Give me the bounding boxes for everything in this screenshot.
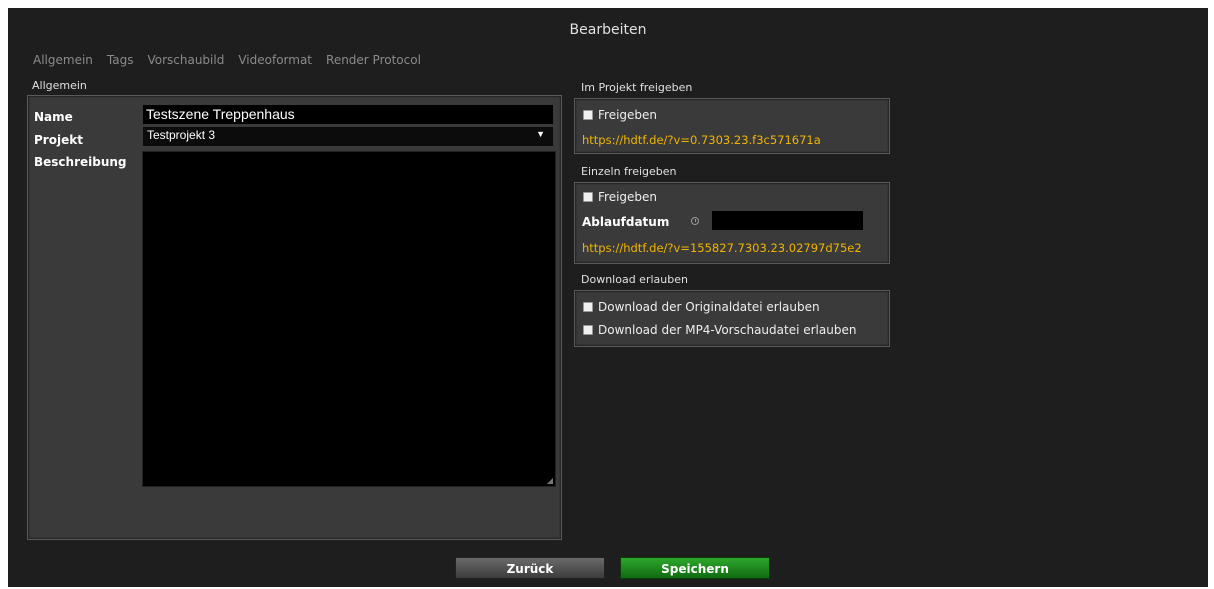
project-share-url[interactable]: https://hdtf.de/?v=0.7303.23.f3c571671a xyxy=(582,133,821,147)
back-button[interactable]: Zurück xyxy=(455,557,605,579)
dialog-title: Bearbeiten xyxy=(569,22,647,38)
name-label: Name xyxy=(34,110,73,124)
description-label: Beschreibung xyxy=(34,155,127,169)
tab-bar: Allgemein Tags Vorschaubild Videoformat … xyxy=(33,53,421,67)
general-section-label: Allgemein xyxy=(32,79,87,92)
tab-vorschaubild[interactable]: Vorschaubild xyxy=(147,53,224,67)
project-share-checkbox-row[interactable]: Freigeben xyxy=(583,108,657,122)
download-original-checkbox[interactable] xyxy=(583,302,593,312)
download-original-label: Download der Originaldatei erlauben xyxy=(598,300,820,314)
project-label: Projekt xyxy=(34,133,83,147)
save-button[interactable]: Speichern xyxy=(620,557,770,579)
chevron-down-icon: ▼ xyxy=(536,129,545,139)
description-textarea[interactable]: ◢ xyxy=(142,151,556,487)
expiry-date-input[interactable] xyxy=(712,211,863,230)
project-share-section-label: Im Projekt freigeben xyxy=(581,81,693,94)
tab-tags[interactable]: Tags xyxy=(107,53,134,67)
name-input[interactable]: Testszene Treppenhaus xyxy=(143,105,553,124)
tab-allgemein[interactable]: Allgemein xyxy=(33,53,93,67)
project-select[interactable]: Testprojekt 3 ▼ xyxy=(143,127,553,146)
project-select-value: Testprojekt 3 xyxy=(147,128,216,142)
single-share-checkbox-row[interactable]: Freigeben xyxy=(583,190,657,204)
resize-handle-icon[interactable]: ◢ xyxy=(547,476,553,485)
single-share-checkbox[interactable] xyxy=(583,192,593,202)
project-share-checkbox-label: Freigeben xyxy=(598,108,658,122)
clock-icon xyxy=(691,217,699,225)
single-share-url[interactable]: https://hdtf.de/?v=155827.7303.23.02797d… xyxy=(582,241,862,255)
download-section-label: Download erlauben xyxy=(581,273,688,286)
project-share-checkbox[interactable] xyxy=(583,110,593,120)
download-panel: Download der Originaldatei erlauben Down… xyxy=(574,290,890,347)
download-mp4-row[interactable]: Download der MP4-Vorschaudatei erlauben xyxy=(583,323,856,337)
download-mp4-checkbox[interactable] xyxy=(583,325,593,335)
expiry-label: Ablaufdatum xyxy=(582,215,670,229)
tab-render-protocol[interactable]: Render Protocol xyxy=(326,53,421,67)
single-share-checkbox-label: Freigeben xyxy=(598,190,658,204)
download-mp4-label: Download der MP4-Vorschaudatei erlauben xyxy=(598,323,857,337)
general-panel: Name Testszene Treppenhaus Projekt Testp… xyxy=(27,95,562,540)
single-share-section-label: Einzeln freigeben xyxy=(581,165,677,178)
single-share-panel: Freigeben Ablaufdatum https://hdtf.de/?v… xyxy=(574,182,890,264)
project-share-panel: Freigeben https://hdtf.de/?v=0.7303.23.f… xyxy=(574,98,890,154)
download-original-row[interactable]: Download der Originaldatei erlauben xyxy=(583,300,820,314)
tab-videoformat[interactable]: Videoformat xyxy=(238,53,312,67)
edit-dialog: Bearbeiten Allgemein Tags Vorschaubild V… xyxy=(8,8,1208,587)
